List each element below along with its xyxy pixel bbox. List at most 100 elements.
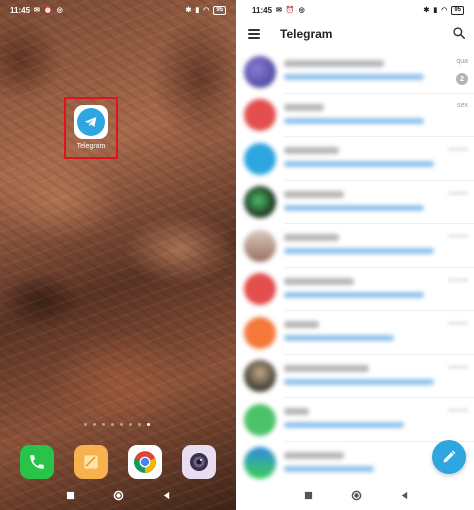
avatar [244, 142, 276, 175]
chat-name-redacted [284, 277, 354, 285]
chat-row[interactable]: ▭▭▭ [238, 224, 474, 268]
unread-badge: 2 [456, 73, 468, 85]
page-dot [120, 423, 123, 426]
paper-plane-icon [85, 117, 97, 127]
avatar [244, 316, 276, 349]
chat-row[interactable]: sex [238, 94, 474, 137]
chat-time-redacted: ▭▭▭ [448, 363, 468, 371]
telegram-app: 11:45 ✉ ⏰ ◎ ✱ ▮ ◠ 95 Telegram qua 2 sex … [238, 0, 474, 510]
chat-time-redacted: ▭▭▭ [448, 320, 468, 327]
chat-time-redacted: ▭▭▭ [448, 407, 468, 414]
app-dock [0, 445, 236, 479]
phone-app[interactable] [20, 445, 54, 479]
chrome-icon [134, 451, 156, 473]
app-bar: Telegram [238, 20, 474, 48]
wallpaper-texture [0, 0, 236, 510]
home-screen: 11:45 ✉ ⏰ ◎ ✱ ▮ ◠ 95 Telegram [0, 0, 236, 510]
chat-time: sex [457, 101, 468, 109]
back-icon[interactable] [162, 491, 171, 500]
page-dot [102, 423, 105, 426]
page-dot [138, 423, 141, 426]
notification-icon: ⏰ [43, 7, 53, 14]
chat-name-redacted [284, 190, 344, 198]
back-icon[interactable] [400, 491, 409, 500]
chat-preview-redacted [284, 422, 404, 428]
bluetooth-icon: ✱ [423, 7, 430, 14]
screen-root: 11:45 ✉ ⏰ ◎ ✱ ▮ ◠ 95 Telegram 11:45 ✉ ⏰ … [0, 0, 474, 510]
chat-time: qua [456, 58, 468, 65]
notification-icon: ◎ [56, 7, 63, 14]
home-icon[interactable] [351, 490, 362, 501]
chat-row[interactable]: ▭▭▭ [238, 137, 474, 181]
avatar [244, 273, 276, 306]
notification-icon: ⏰ [285, 7, 295, 14]
notes-app[interactable] [74, 445, 108, 479]
chrome-app[interactable] [128, 445, 162, 479]
pencil-icon [443, 450, 456, 463]
avatar [244, 229, 276, 262]
chat-preview-redacted [284, 248, 434, 254]
avatar [244, 55, 276, 88]
wifi-icon: ◠ [203, 7, 210, 14]
avatar [244, 447, 276, 480]
chat-preview-redacted [284, 335, 394, 341]
chat-row[interactable]: ▭▭▭ [238, 398, 474, 442]
chat-row[interactable]: ▭▭▭ [238, 268, 474, 311]
chat-time-redacted: ▭▭▭ [448, 146, 468, 153]
telegram-app-icon[interactable] [74, 105, 108, 139]
notification-icon: ✉ [276, 7, 282, 14]
navigation-bar [238, 484, 474, 506]
page-dot-active [147, 423, 150, 426]
avatar [244, 186, 276, 219]
chat-preview-redacted [284, 117, 424, 124]
wifi-icon: ◠ [441, 7, 448, 14]
status-bar: 11:45 ✉ ⏰ ◎ ✱ ▮ ◠ 95 [238, 0, 474, 20]
chat-time-redacted: ▭▭▭ [448, 233, 468, 240]
chat-name-redacted [284, 408, 309, 415]
battery-icon: 95 [213, 5, 226, 15]
page-dot [93, 423, 96, 426]
chat-row[interactable]: ▭▭▭ [238, 355, 474, 398]
avatar [244, 403, 276, 436]
avatar [244, 360, 276, 393]
chat-row[interactable]: ▭▭▭ [238, 181, 474, 224]
signal-icon: ▮ [433, 7, 438, 14]
page-dot [84, 423, 87, 426]
phone-icon [30, 455, 44, 469]
recents-icon[interactable] [66, 491, 75, 500]
avatar [244, 99, 276, 132]
chat-row[interactable]: qua 2 [238, 50, 474, 94]
home-icon[interactable] [113, 490, 124, 501]
camera-icon [190, 453, 208, 471]
telegram-shortcut[interactable]: Telegram [64, 97, 118, 159]
chat-name-redacted [284, 147, 339, 154]
status-time: 11:45 [10, 5, 31, 15]
chat-preview-redacted [284, 161, 434, 167]
search-icon[interactable] [452, 26, 466, 40]
new-message-button[interactable] [432, 440, 466, 474]
battery-icon: 95 [451, 5, 464, 15]
chat-preview-redacted [284, 465, 374, 472]
chat-preview-redacted [284, 378, 434, 385]
app-title: Telegram [280, 27, 333, 41]
camera-app[interactable] [182, 445, 216, 479]
chat-time-redacted: ▭▭▭ [448, 276, 468, 284]
chat-row[interactable]: ▭▭▭ [238, 311, 474, 355]
chat-preview-redacted [284, 291, 424, 298]
navigation-bar [0, 484, 236, 506]
chat-name-redacted [284, 451, 344, 459]
page-dot [111, 423, 114, 426]
recents-icon[interactable] [304, 491, 313, 500]
hamburger-menu-icon[interactable] [248, 29, 260, 39]
status-time: 11:45 [252, 5, 273, 15]
bluetooth-icon: ✱ [185, 7, 192, 14]
signal-icon: ▮ [195, 7, 200, 14]
page-indicator [84, 423, 150, 426]
chat-list: qua 2 sex ▭▭▭ ▭▭▭ ▭▭▭ ▭▭▭ ▭▭▭ ▭▭▭ ▭▭▭ [238, 50, 474, 485]
chat-preview-redacted [284, 204, 424, 211]
notes-icon [84, 455, 98, 469]
chat-name-redacted [284, 60, 384, 67]
status-bar: 11:45 ✉ ⏰ ◎ ✱ ▮ ◠ 95 [0, 0, 236, 20]
chat-name-redacted [284, 103, 324, 111]
chat-name-redacted [284, 321, 319, 328]
